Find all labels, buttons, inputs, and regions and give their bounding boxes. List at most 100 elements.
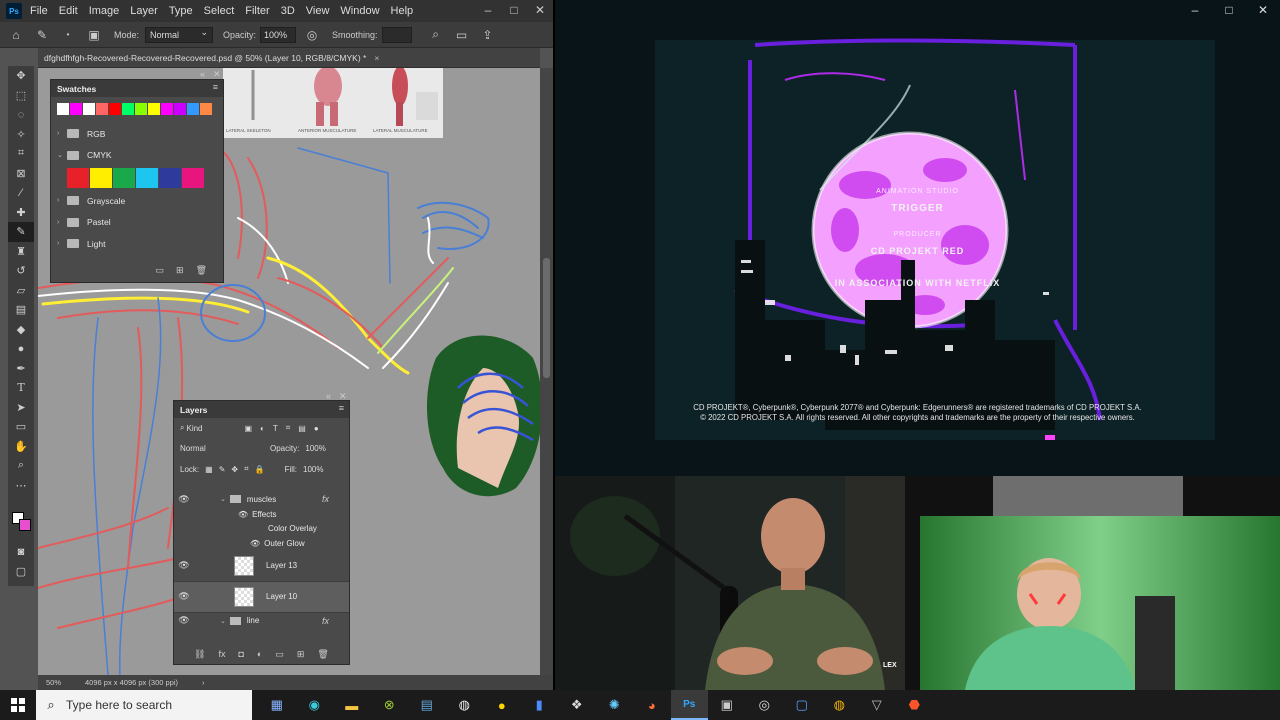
chevron-down-icon[interactable]: ⌄ — [220, 617, 226, 625]
file-explorer-icon[interactable]: ▬ — [333, 690, 371, 720]
close-button[interactable]: ✕ — [527, 0, 553, 22]
gradient-tool-icon[interactable]: ▤ — [8, 300, 34, 320]
swatch[interactable] — [96, 103, 108, 115]
swatch[interactable] — [161, 103, 173, 115]
lock-pixels-icon[interactable]: ▦ — [205, 465, 213, 474]
swatch[interactable] — [148, 103, 160, 115]
network-app-icon[interactable]: ✺ — [596, 690, 634, 720]
chrome-icon[interactable]: ◍ — [821, 690, 859, 720]
delete-layer-icon[interactable]: 🗑 — [317, 649, 328, 660]
swatch[interactable] — [83, 103, 95, 115]
swatch[interactable] — [182, 168, 204, 188]
layer-row-line[interactable]: 👁 ⌄ line fx — [174, 613, 349, 629]
swatch[interactable] — [174, 103, 186, 115]
podcast-video[interactable]: LEX — [555, 476, 905, 690]
menu-layer[interactable]: Layer — [130, 5, 158, 17]
swatch[interactable] — [90, 168, 112, 188]
path-select-tool-icon[interactable]: ➤ — [8, 398, 34, 418]
add-style-icon[interactable]: fx — [218, 649, 225, 660]
brush-size-icon[interactable]: • — [58, 26, 78, 44]
pixel-filter-icon[interactable]: ▣ — [244, 424, 252, 433]
menu-window[interactable]: Window — [340, 5, 379, 17]
chevron-down-icon[interactable]: ⌄ — [220, 495, 226, 503]
lasso-tool-icon[interactable]: ◌ — [8, 105, 34, 125]
menu-edit[interactable]: Edit — [59, 5, 78, 17]
photoshop-logo-icon[interactable]: Ps — [6, 3, 22, 19]
layers-collapse-icon[interactable]: « — [326, 391, 331, 401]
brave-icon[interactable]: ⬣ — [896, 690, 934, 720]
photoshop-taskbar-icon[interactable]: Ps — [670, 690, 708, 720]
document-app-icon[interactable]: ▮ — [521, 690, 559, 720]
menu-filter[interactable]: Filter — [245, 5, 269, 17]
search-icon[interactable]: ⌕ — [426, 26, 446, 44]
screen-mode-icon[interactable]: ▢ — [8, 562, 34, 582]
streamer-webcam[interactable] — [905, 476, 1280, 690]
swatch[interactable] — [136, 168, 158, 188]
visibility-eye-icon[interactable]: 👁 — [174, 591, 194, 602]
crop-tool-icon[interactable]: ⌗ — [8, 144, 34, 164]
swatch[interactable] — [113, 168, 135, 188]
firefox-icon[interactable]: ◕ — [633, 690, 671, 720]
swatch[interactable] — [109, 103, 121, 115]
blur-tool-icon[interactable]: ◆ — [8, 320, 34, 340]
layer-opacity-field[interactable]: 100% — [305, 444, 325, 453]
marquee-tool-icon[interactable]: ⬚ — [8, 86, 34, 106]
xbox-app-icon[interactable]: ⊗ — [371, 690, 409, 720]
visibility-eye-icon[interactable]: 👁 — [174, 494, 194, 505]
new-layer-icon[interactable]: ⊞ — [297, 649, 305, 660]
healing-tool-icon[interactable]: ✚ — [8, 203, 34, 223]
close-button[interactable]: ✕ — [1246, 0, 1280, 22]
blend-mode-select[interactable]: Normal — [180, 444, 270, 453]
adjustment-layer-icon[interactable]: ◐ — [257, 649, 262, 660]
status-arrow-icon[interactable]: › — [202, 678, 205, 687]
close-document-icon[interactable]: × — [374, 53, 379, 63]
minimize-button[interactable]: – — [475, 0, 501, 22]
history-brush-icon[interactable]: ↺ — [8, 261, 34, 281]
swatch[interactable] — [187, 103, 199, 115]
menu-image[interactable]: Image — [89, 5, 120, 17]
new-group-icon[interactable]: ▭ — [275, 649, 284, 660]
menu-select[interactable]: Select — [204, 5, 235, 17]
swatch[interactable] — [70, 103, 82, 115]
zoom-tool-icon[interactable]: ⌕ — [8, 456, 34, 476]
chevron-right-icon[interactable]: › — [57, 130, 67, 137]
layer-row-layer10[interactable]: 👁 Layer 10 — [174, 581, 349, 613]
lock-all-icon[interactable]: 🔒 — [255, 465, 265, 474]
menu-3d[interactable]: 3D — [281, 5, 295, 17]
share-icon[interactable]: ⇪ — [478, 26, 498, 44]
chevron-right-icon[interactable]: › — [57, 240, 67, 247]
filter-toggle-icon[interactable]: ● — [314, 424, 319, 433]
scroll-thumb[interactable] — [543, 258, 550, 378]
edge-browser-icon[interactable]: ◉ — [296, 690, 334, 720]
effects-row[interactable]: 👁 Effects — [174, 507, 349, 522]
dodge-tool-icon[interactable]: ● — [8, 339, 34, 359]
obs-icon[interactable]: ◎ — [746, 690, 784, 720]
visibility-eye-icon[interactable]: 👁 — [238, 510, 248, 519]
github-icon[interactable]: ◍ — [446, 690, 484, 720]
effect-outer-glow[interactable]: 👁 Outer Glow — [174, 536, 349, 551]
media-app-icon[interactable]: ▣ — [708, 690, 746, 720]
pencil-tool-preset-icon[interactable]: ✎ — [32, 26, 52, 44]
lock-position-icon[interactable]: ✥ — [231, 465, 238, 474]
visibility-eye-icon[interactable]: 👁 — [174, 615, 194, 626]
swatch-group-pastel[interactable]: › Pastel — [51, 212, 223, 234]
pencil-tool-icon[interactable]: ✎ — [8, 222, 34, 242]
home-icon[interactable]: ⌂ — [6, 26, 26, 44]
swatch[interactable] — [57, 103, 69, 115]
menu-view[interactable]: View — [306, 5, 330, 17]
pressure-opacity-icon[interactable]: ◎ — [302, 26, 322, 44]
swatch-group-light[interactable]: › Light — [51, 233, 223, 255]
clipboard-app-icon[interactable]: ▤ — [408, 690, 446, 720]
panel-menu-icon[interactable]: ≡ — [213, 82, 218, 92]
menu-help[interactable]: Help — [391, 5, 414, 17]
layer-row-layer13[interactable]: 👁 Layer 13 — [174, 551, 349, 582]
link-layers-icon[interactable]: ⛓ — [194, 649, 205, 660]
maximize-button[interactable]: □ — [501, 0, 527, 22]
smoothing-field[interactable] — [381, 26, 412, 43]
type-filter-icon[interactable]: T — [273, 424, 278, 433]
chevron-down-icon[interactable]: ⌄ — [57, 151, 67, 159]
move-tool-icon[interactable]: ✥ — [8, 66, 34, 86]
fill-field[interactable]: 100% — [303, 465, 323, 474]
swatch-group-cmyk[interactable]: ⌄ CMYK — [51, 145, 223, 167]
eyedropper-tool-icon[interactable]: ⁄ — [8, 183, 34, 203]
